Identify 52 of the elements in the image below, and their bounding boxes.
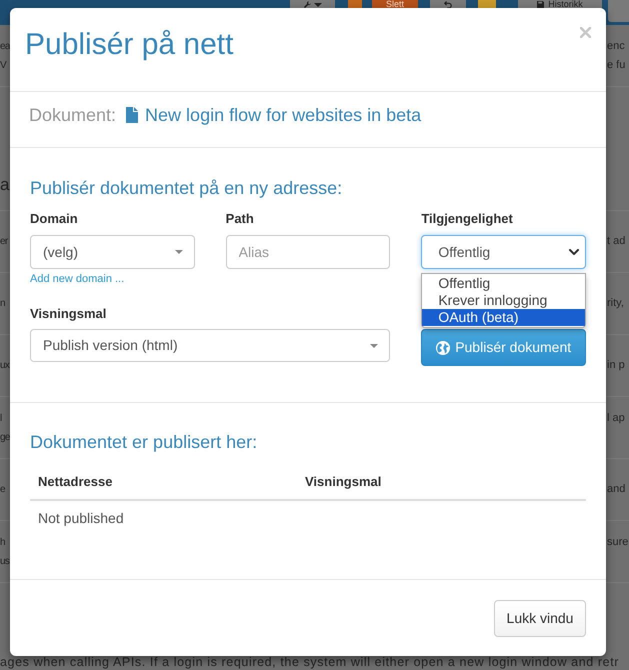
- background-text: h: [0, 536, 5, 550]
- chevron-down-icon: [569, 249, 579, 255]
- dropdown-option[interactable]: Krever innlogging: [422, 292, 585, 309]
- background-text: n: [0, 297, 5, 311]
- background-text: l ap: [607, 410, 626, 426]
- background-text: t ad: [607, 234, 626, 249]
- close-window-button[interactable]: Lukk vindu: [494, 600, 586, 637]
- table-cell-text: Not published: [37, 509, 125, 528]
- section-heading: Dokumentet er publisert her:: [30, 431, 258, 453]
- background-text: ea: [0, 40, 10, 54]
- background-text: sure: [607, 534, 629, 550]
- dialog-title: Publisér på nett: [25, 30, 234, 60]
- background-text: e fu: [607, 58, 626, 72]
- globe-icon: [436, 340, 450, 354]
- access-label: Tilgjengelighet: [421, 210, 514, 228]
- background-text: er: [0, 235, 8, 249]
- background-text: ages when calling APIs. If a login is required, the system will either open a new login window and retr: [0, 656, 620, 670]
- background-text: ge: [0, 430, 10, 444]
- background-text: us: [0, 554, 10, 568]
- close-icon: [580, 27, 591, 38]
- toolbar-button[interactable]: [608, 0, 629, 22]
- background-text: and: [607, 482, 626, 497]
- column-header: Visningsmal: [304, 473, 382, 491]
- background-text: l: [0, 412, 2, 426]
- background-text: V: [0, 58, 6, 72]
- delete-label: Slett: [386, 1, 404, 8]
- undo-icon: [444, 1, 452, 8]
- history-label: Historikk: [548, 1, 583, 8]
- access-select[interactable]: Offentlig: [421, 235, 586, 269]
- document-label: Dokument:: [29, 105, 116, 125]
- close-button[interactable]: [580, 27, 591, 38]
- path-input[interactable]: Alias: [226, 235, 390, 269]
- template-select[interactable]: Publish version (html): [30, 329, 390, 362]
- caret-icon: [370, 344, 378, 348]
- file-icon: [126, 107, 138, 123]
- background-heading: a: [0, 174, 10, 196]
- path-label: Path: [226, 210, 255, 228]
- background-text: in p: [607, 358, 626, 373]
- background-text: e: [0, 483, 5, 497]
- caret-icon: [174, 250, 183, 254]
- template-label: Visningsmal: [30, 305, 108, 323]
- background-text: enc: [607, 38, 626, 54]
- document-link[interactable]: New login flow for websites in beta: [145, 105, 422, 125]
- dropdown-option[interactable]: Offentlig: [422, 275, 585, 292]
- wrench-icon: [304, 1, 310, 8]
- section-heading: Publisér dokumentet på en ny adresse:: [30, 177, 344, 199]
- background-text: ux: [0, 359, 10, 373]
- background-text: rity,: [607, 296, 625, 311]
- domain-label: Domain: [30, 210, 79, 228]
- column-header: Nettadresse: [37, 473, 114, 491]
- dropdown-option[interactable]: OAuth (beta): [422, 309, 585, 326]
- domain-select[interactable]: (velg): [30, 235, 195, 269]
